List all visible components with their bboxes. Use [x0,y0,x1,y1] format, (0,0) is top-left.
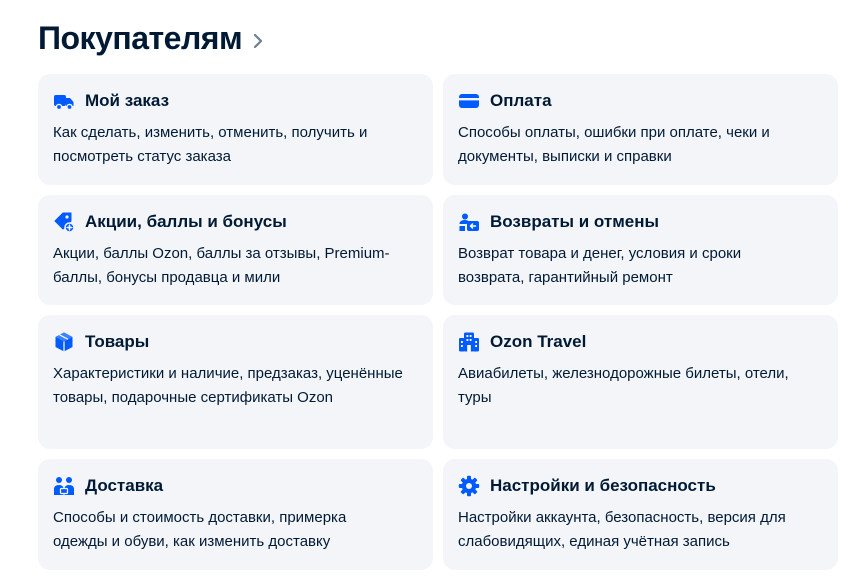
topic-description: Акции, баллы Ozon, баллы за отзывы, Prem… [53,245,390,286]
help-topics-grid: Мой заказ Как сделать, изменить, отменит… [38,74,838,570]
topic-card-settings-security[interactable]: Настройки и безопасность Настройки аккау… [443,459,838,570]
hotel-building-icon [458,331,480,353]
topic-card-returns-cancellations[interactable]: Возвраты и отмены Возврат товара и денег… [443,195,838,305]
topic-card-ozon-travel[interactable]: Ozon Travel Авиабилеты, железнодорожные … [443,315,838,449]
topic-title: Товары [85,332,150,351]
topic-card-products[interactable]: Товары Характеристики и наличие, предзак… [38,315,433,449]
topic-title: Мой заказ [85,91,170,110]
topic-description: Авиабилеты, железнодорожные билеты, отел… [458,365,789,406]
topic-title: Ozon Travel [490,332,587,351]
topic-description: Как сделать, изменить, отменить, получит… [53,124,368,165]
section-header-link[interactable]: Покупателям [38,16,264,60]
topic-description: Настройки аккаунта, безопасность, версия… [458,509,786,550]
topic-card-my-order[interactable]: Мой заказ Как сделать, изменить, отменит… [38,74,433,185]
section-title: Покупателям [38,19,243,56]
topic-title: Оплата [490,91,552,110]
topic-description: Способы оплаты, ошибки при оплате, чеки … [458,124,770,165]
topic-title: Настройки и безопасность [490,476,716,495]
return-box-icon [458,211,480,233]
topic-title: Акции, баллы и бонусы [85,212,287,231]
couriers-icon [53,475,75,497]
topic-card-payment[interactable]: Оплата Способы оплаты, ошибки при оплате… [443,74,838,185]
topic-title: Возвраты и отмены [490,212,660,231]
topic-description: Возврат товара и денег, условия и сроки … [458,245,742,286]
chevron-right-icon [252,33,264,49]
credit-card-icon [458,90,480,112]
settings-gear-icon [458,475,480,497]
topic-description: Способы и стоимость доставки, примерка о… [53,509,347,550]
topic-card-delivery[interactable]: Доставка Способы и стоимость доставки, п… [38,459,433,570]
delivery-truck-icon [53,90,75,112]
product-box-icon [53,331,75,353]
buyers-help-section: Покупателям Мой заказ Как сделать, измен… [0,0,858,583]
topic-title: Доставка [85,476,164,495]
price-tag-plus-icon [53,211,75,233]
topic-description: Характеристики и наличие, предзаказ, уце… [53,365,403,406]
topic-card-promotions-points[interactable]: Акции, баллы и бонусы Акции, баллы Ozon,… [38,195,433,305]
